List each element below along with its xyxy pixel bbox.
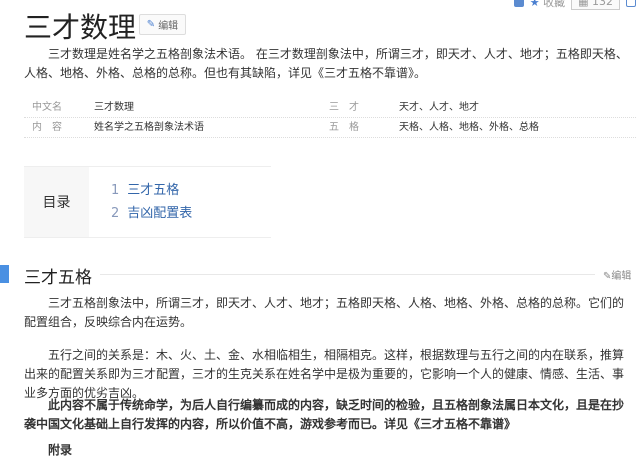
info-value: 姓名学之五格剖象法术语 xyxy=(94,122,204,133)
info-value: 三才数理 xyxy=(94,102,134,113)
info-key: 三 才 xyxy=(329,102,359,113)
toc-item[interactable]: 2 吉凶配置表 xyxy=(111,202,192,225)
section-marker xyxy=(0,265,9,283)
info-row: 内 容 姓名学之五格剖象法术语 五 格 天格、人格、地格、外格、总格 xyxy=(24,118,636,138)
favorite-label: 收藏 xyxy=(543,0,566,9)
like-counter[interactable]: ▦ 132 xyxy=(571,0,620,10)
info-box: 中文名 三才数理 三 才 天才、人才、地才 内 容 姓名学之五格剖象法术语 五 … xyxy=(24,98,636,138)
section-paragraph: 三才五格剖象法中，所谓三才，即天才、人才、地才；五格即天格、人格、地格、外格、总… xyxy=(24,296,625,329)
section-title: 三才五格 xyxy=(24,268,92,288)
like-count: 132 xyxy=(592,0,613,8)
share-icon[interactable] xyxy=(513,0,524,7)
section-edit-label: 编辑 xyxy=(611,271,632,282)
star-icon: ★ xyxy=(529,0,540,9)
favorite-button[interactable]: ★ 收藏 xyxy=(530,0,565,10)
disclaimer-paragraph: 此内容不属于传统命学，为后人自行编纂而成的内容，缺乏时间的检验，且五格剖象法属日… xyxy=(24,398,625,431)
appendix-heading: 附录 xyxy=(48,443,73,457)
toc-link[interactable]: 吉凶配置表 xyxy=(127,206,192,221)
section-edit-button[interactable]: ✎编辑 xyxy=(603,267,631,282)
pencil-icon: ✎ xyxy=(146,19,156,30)
toc-link[interactable]: 三才五格 xyxy=(127,183,179,198)
toc-num: 2 xyxy=(111,206,120,221)
info-key: 五 格 xyxy=(329,122,359,133)
toc-label: 目录 xyxy=(24,167,89,237)
info-row: 中文名 三才数理 三 才 天才、人才、地才 xyxy=(24,98,636,118)
edit-button[interactable]: ✎ 编辑 xyxy=(139,14,186,35)
info-key: 内 容 xyxy=(32,122,62,133)
share-icon-2[interactable] xyxy=(626,0,636,7)
toc-num: 1 xyxy=(111,183,120,198)
intro-paragraph: 三才数理是姓名学之五格剖象法术语。 在三才数理剖象法中，所谓三才，即天才、人才、… xyxy=(24,47,628,80)
section-paragraph: 五行之间的关系是：木、火、土、金、水相临相生，相隔相克。这样，根据数理与五行之间… xyxy=(24,348,625,400)
info-value: 天格、人格、地格、外格、总格 xyxy=(399,122,539,133)
info-key: 中文名 xyxy=(32,102,62,113)
section-divider xyxy=(100,274,595,275)
top-toolbar: ★ 收藏 ▦ 132 xyxy=(513,0,636,10)
toc-item[interactable]: 1 三才五格 xyxy=(111,179,192,202)
table-of-contents: 目录 1 三才五格 2 吉凶配置表 xyxy=(24,166,271,238)
page-title: 三才数理 xyxy=(24,11,137,44)
edit-label: 编辑 xyxy=(158,21,179,32)
info-value: 天才、人才、地才 xyxy=(399,102,479,113)
